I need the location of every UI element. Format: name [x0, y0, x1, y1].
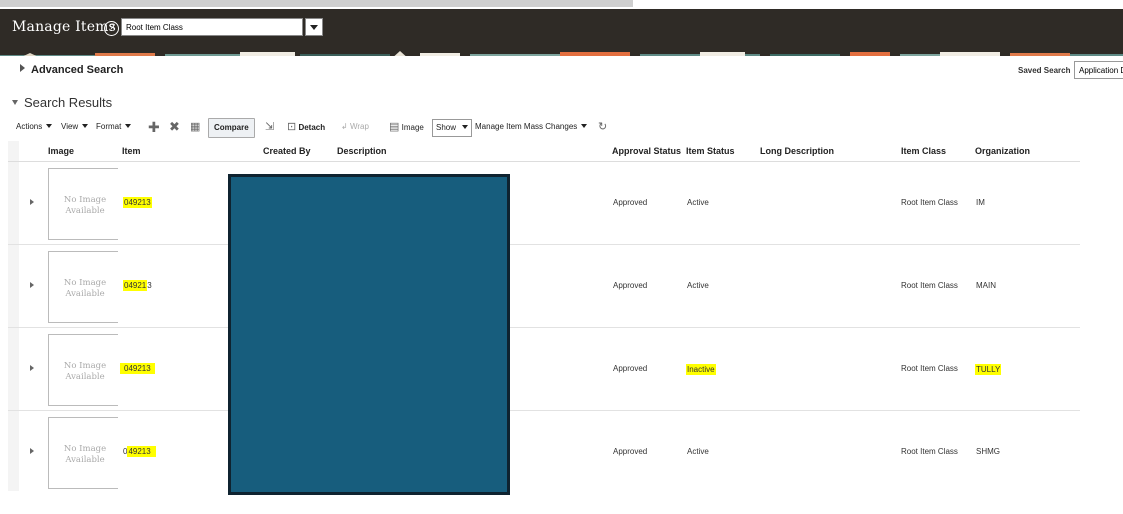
add-icon[interactable]: ✚ — [148, 117, 160, 137]
image-label: Image — [401, 123, 424, 132]
col-header-description[interactable]: Description — [337, 141, 387, 161]
saved-search-label: Saved Search — [1018, 66, 1071, 75]
caret-down-icon — [581, 124, 588, 128]
detach-icon: ⊡ — [287, 121, 297, 133]
organization-cell: TULLY — [975, 364, 1002, 375]
approval-status-cell: Approved — [613, 364, 648, 373]
col-header-image[interactable]: Image — [48, 141, 74, 161]
item-number-link[interactable]: 049213 — [123, 280, 152, 291]
show-label: Show — [436, 123, 457, 132]
actions-menu[interactable]: Actions — [16, 117, 53, 137]
no-image-placeholder: No Image Available — [48, 417, 118, 489]
advanced-search-toggle[interactable]: Advanced Search — [20, 64, 123, 76]
organization-cell: MAIN — [976, 281, 996, 290]
page-title: Manage Items — [12, 19, 117, 35]
detach-label: Detach — [298, 123, 326, 132]
decorative-banner — [0, 47, 1123, 56]
item-status-cell: Inactive — [686, 364, 716, 375]
item-class-cell: Root Item Class — [901, 364, 958, 373]
expand-row-icon[interactable] — [30, 199, 34, 205]
col-header-item[interactable]: Item — [122, 141, 141, 161]
item-class-cell: Root Item Class — [901, 447, 958, 456]
columns-icon[interactable]: ▦ — [190, 117, 200, 137]
table-row[interactable]: No Image Available 049213 Approved Inacti… — [8, 328, 1080, 411]
organization-cell: IM — [976, 198, 985, 207]
col-header-organization[interactable]: Organization — [975, 141, 1030, 161]
col-header-item-class[interactable]: Item Class — [901, 141, 946, 161]
caret-down-icon — [46, 124, 53, 128]
actions-label: Actions — [16, 122, 43, 131]
browser-top-strip — [0, 0, 633, 7]
saved-search-select[interactable]: Application D — [1074, 61, 1123, 79]
wrap-label: Wrap — [349, 122, 369, 131]
expand-row-icon[interactable] — [30, 282, 34, 288]
image-icon: ▤ — [389, 121, 400, 133]
mass-changes-menu[interactable]: Manage Item Mass Changes — [475, 117, 588, 137]
redaction-box — [228, 174, 510, 495]
item-class-dropdown-button[interactable] — [305, 18, 323, 36]
item-class-select[interactable]: Root Item Class — [121, 18, 303, 36]
advanced-search-label: Advanced Search — [31, 64, 124, 76]
view-label: View — [61, 122, 79, 131]
item-number-link[interactable]: 049213 — [123, 446, 156, 457]
wrap-icon: ↲ — [341, 122, 348, 131]
delete-icon[interactable]: ✖ — [169, 117, 180, 137]
collapse-down-icon — [12, 100, 18, 105]
compare-button[interactable]: Compare — [208, 118, 255, 138]
show-select[interactable]: Show — [432, 119, 473, 137]
page-header: Manage Items ? Root Item Class — [0, 9, 1123, 47]
format-label: Format — [96, 122, 122, 131]
approval-status-cell: Approved — [613, 447, 648, 456]
format-menu[interactable]: Format — [96, 117, 132, 137]
no-image-text: No Image Available — [63, 444, 107, 465]
mass-changes-label: Manage Item Mass Changes — [475, 122, 578, 131]
expand-right-icon — [20, 64, 25, 72]
caret-down-icon — [462, 125, 469, 129]
caret-down-icon — [82, 124, 89, 128]
approval-status-cell: Approved — [613, 281, 648, 290]
no-image-text: No Image Available — [63, 278, 107, 299]
help-icon[interactable]: ? — [104, 21, 119, 36]
detach-button[interactable]: ⊡ Detach — [287, 117, 325, 137]
no-image-placeholder: No Image Available — [48, 168, 118, 240]
table-row[interactable]: No Image Available 049213 Approved Active… — [8, 245, 1080, 328]
item-class-cell: Root Item Class — [901, 198, 958, 207]
approval-status-cell: Approved — [613, 198, 648, 207]
wrap-button[interactable]: ↲ Wrap — [341, 117, 369, 137]
item-status-cell: Active — [687, 281, 709, 290]
item-class-cell: Root Item Class — [901, 281, 958, 290]
item-number-link[interactable]: 049213 — [120, 363, 155, 374]
table-row[interactable]: No Image Available 049213 Approved Active… — [8, 162, 1080, 245]
freeze-icon[interactable]: ⇲ — [265, 117, 274, 137]
item-number-link[interactable]: 049213 — [123, 197, 152, 208]
item-status-cell: Active — [687, 198, 709, 207]
no-image-placeholder: No Image Available — [48, 334, 118, 406]
item-status-cell: Active — [687, 447, 709, 456]
table-row[interactable]: No Image Available 049213 Approved Active… — [8, 411, 1080, 494]
organization-cell: SHMG — [976, 447, 1000, 456]
no-image-text: No Image Available — [63, 361, 107, 382]
expand-row-icon[interactable] — [30, 365, 34, 371]
no-image-text: No Image Available — [63, 195, 107, 216]
col-header-item-status[interactable]: Item Status — [686, 141, 735, 161]
image-toggle[interactable]: ▤ Image — [389, 117, 424, 137]
expand-row-icon[interactable] — [30, 448, 34, 454]
banner-art — [0, 51, 1123, 56]
col-header-long-description[interactable]: Long Description — [760, 141, 834, 161]
search-results-toggle[interactable]: Search Results — [12, 95, 112, 110]
view-menu[interactable]: View — [61, 117, 89, 137]
refresh-icon[interactable]: ↻ — [598, 117, 607, 137]
col-header-created-by[interactable]: Created By — [263, 141, 311, 161]
no-image-placeholder: No Image Available — [48, 251, 118, 323]
col-header-approval-status[interactable]: Approval Status — [612, 141, 681, 161]
search-results-title: Search Results — [24, 95, 113, 110]
caret-down-icon — [125, 124, 132, 128]
